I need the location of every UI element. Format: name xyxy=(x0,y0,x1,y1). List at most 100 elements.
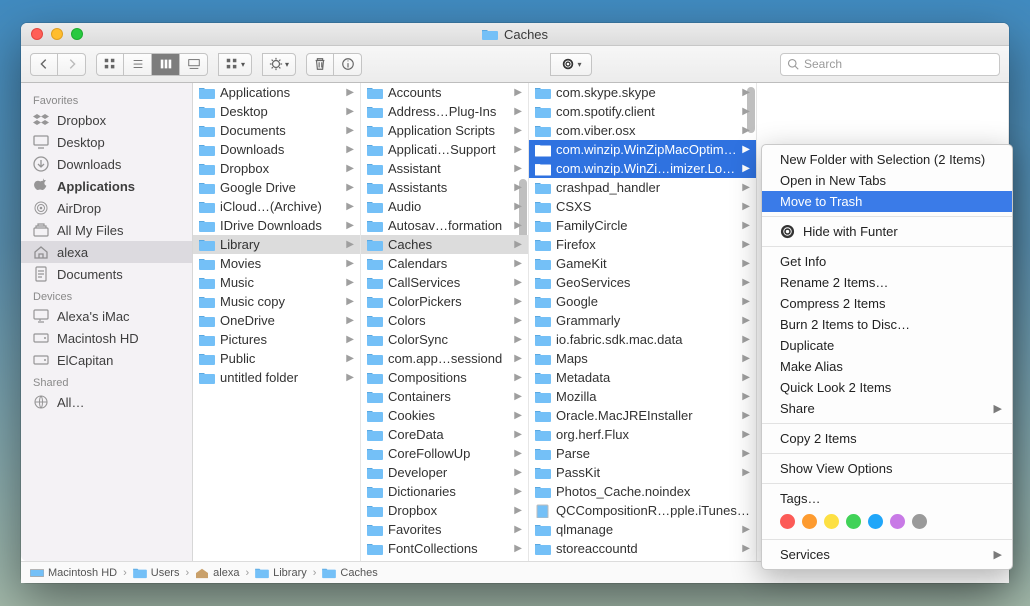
list-item[interactable]: GameKit▶ xyxy=(529,254,756,273)
list-item[interactable]: Maps▶ xyxy=(529,349,756,368)
list-item[interactable]: OneDrive▶ xyxy=(193,311,360,330)
list-item[interactable]: Cookies▶ xyxy=(361,406,528,425)
menu-item-services[interactable]: Services▶ xyxy=(762,544,1012,565)
sidebar-item-all-my-files[interactable]: All My Files xyxy=(21,219,192,241)
sidebar-item-desktop[interactable]: Desktop xyxy=(21,131,192,153)
menu-item-make-alias[interactable]: Make Alias xyxy=(762,356,1012,377)
menu-item-get-info[interactable]: Get Info xyxy=(762,251,1012,272)
list-item[interactable]: Applications▶ xyxy=(193,83,360,102)
menu-item-hide-with-funter[interactable]: Hide with Funter xyxy=(762,221,1012,242)
list-item[interactable]: untitled folder▶ xyxy=(193,368,360,387)
list-item[interactable]: com.app…sessiond▶ xyxy=(361,349,528,368)
list-item[interactable]: ColorPickers▶ xyxy=(361,292,528,311)
list-item[interactable]: PassKit▶ xyxy=(529,463,756,482)
menu-item-tags-[interactable]: Tags… xyxy=(762,488,1012,509)
list-item[interactable]: storeaccountd▶ xyxy=(529,539,756,558)
funter-button[interactable]: ▾ xyxy=(550,53,592,76)
path-segment[interactable]: Library xyxy=(255,567,307,579)
tag-color[interactable] xyxy=(868,514,883,529)
list-item[interactable]: com.winzip.WinZipMacOptimizer▶ xyxy=(529,140,756,159)
getinfo-button[interactable] xyxy=(334,53,362,76)
list-item[interactable]: Downloads▶ xyxy=(193,140,360,159)
sidebar-item-elcapitan[interactable]: ElCapitan xyxy=(21,349,192,371)
list-item[interactable]: Metadata▶ xyxy=(529,368,756,387)
sidebar-item-airdrop[interactable]: AirDrop xyxy=(21,197,192,219)
list-item[interactable]: CoreData▶ xyxy=(361,425,528,444)
titlebar[interactable]: Caches xyxy=(21,23,1009,46)
list-item[interactable]: Grammarly▶ xyxy=(529,311,756,330)
list-item[interactable]: Library▶ xyxy=(193,235,360,254)
list-item[interactable]: Oracle.MacJREInstaller▶ xyxy=(529,406,756,425)
list-item[interactable]: Movies▶ xyxy=(193,254,360,273)
list-item[interactable]: Audio▶ xyxy=(361,197,528,216)
list-item[interactable]: CallServices▶ xyxy=(361,273,528,292)
sidebar[interactable]: FavoritesDropboxDesktopDownloadsApplicat… xyxy=(21,83,193,561)
list-item[interactable]: Containers▶ xyxy=(361,387,528,406)
list-item[interactable]: Music▶ xyxy=(193,273,360,292)
menu-item-compress-2-items[interactable]: Compress 2 Items xyxy=(762,293,1012,314)
list-item[interactable]: io.fabric.sdk.mac.data▶ xyxy=(529,330,756,349)
column-3[interactable]: com.skype.skype▶com.spotify.client▶com.v… xyxy=(529,83,757,561)
list-item[interactable]: Accounts▶ xyxy=(361,83,528,102)
menu-item-move-to-trash[interactable]: Move to Trash xyxy=(762,191,1012,212)
forward-button[interactable] xyxy=(58,53,86,76)
sidebar-item-alexa[interactable]: alexa xyxy=(21,241,192,263)
path-segment[interactable]: Users xyxy=(133,567,180,579)
sidebar-item-dropbox[interactable]: Dropbox xyxy=(21,109,192,131)
list-item[interactable]: ColorSync▶ xyxy=(361,330,528,349)
path-segment[interactable]: Caches xyxy=(322,567,377,579)
menu-item-show-view-options[interactable]: Show View Options xyxy=(762,458,1012,479)
list-item[interactable]: iCloud…(Archive)▶ xyxy=(193,197,360,216)
list-item[interactable]: Public▶ xyxy=(193,349,360,368)
list-item[interactable]: Firefox▶ xyxy=(529,235,756,254)
list-item[interactable]: IDrive Downloads▶ xyxy=(193,216,360,235)
sidebar-item-alexa-s-imac[interactable]: Alexa's iMac xyxy=(21,305,192,327)
tag-color[interactable] xyxy=(802,514,817,529)
list-item[interactable]: Address…Plug-Ins▶ xyxy=(361,102,528,121)
list-item[interactable]: Mozilla▶ xyxy=(529,387,756,406)
list-item[interactable]: Dropbox▶ xyxy=(361,501,528,520)
list-item[interactable]: CSXS▶ xyxy=(529,197,756,216)
list-item[interactable]: Dictionaries▶ xyxy=(361,482,528,501)
list-item[interactable]: Google Drive▶ xyxy=(193,178,360,197)
menu-item-open-in-new-tabs[interactable]: Open in New Tabs xyxy=(762,170,1012,191)
list-item[interactable]: Desktop▶ xyxy=(193,102,360,121)
search-field[interactable]: Search xyxy=(780,53,1000,76)
list-item[interactable]: Assistants▶ xyxy=(361,178,528,197)
list-item[interactable]: Photos_Cache.noindex xyxy=(529,482,756,501)
list-item[interactable]: Applicati…Support▶ xyxy=(361,140,528,159)
list-item[interactable]: Autosav…formation▶ xyxy=(361,216,528,235)
list-item[interactable]: qlmanage▶ xyxy=(529,520,756,539)
sidebar-item-applications[interactable]: Applications xyxy=(21,175,192,197)
sidebar-item-all-[interactable]: All… xyxy=(21,391,192,413)
list-item[interactable]: Application Scripts▶ xyxy=(361,121,528,140)
list-item[interactable]: GeoServices▶ xyxy=(529,273,756,292)
list-item[interactable]: com.viber.osx▶ xyxy=(529,121,756,140)
arrange-button[interactable]: ▾ xyxy=(218,53,252,76)
list-item[interactable]: Google▶ xyxy=(529,292,756,311)
list-item[interactable]: Parse▶ xyxy=(529,444,756,463)
path-segment[interactable]: alexa xyxy=(195,567,239,579)
list-item[interactable]: Dropbox▶ xyxy=(193,159,360,178)
tag-color[interactable] xyxy=(824,514,839,529)
list-item[interactable]: Favorites▶ xyxy=(361,520,528,539)
menu-item-new-folder-with-selection-2-items-[interactable]: New Folder with Selection (2 Items) xyxy=(762,149,1012,170)
list-item[interactable]: Documents▶ xyxy=(193,121,360,140)
list-item[interactable]: Compositions▶ xyxy=(361,368,528,387)
list-item[interactable]: Assistant▶ xyxy=(361,159,528,178)
view-gallery-button[interactable] xyxy=(180,53,208,76)
menu-item-rename-2-items-[interactable]: Rename 2 Items… xyxy=(762,272,1012,293)
column-1[interactable]: Applications▶Desktop▶Documents▶Downloads… xyxy=(193,83,361,561)
list-item[interactable]: com.winzip.WinZi…imizer.LoginHel▶ xyxy=(529,159,756,178)
menu-item-quick-look-2-items[interactable]: Quick Look 2 Items xyxy=(762,377,1012,398)
sidebar-item-downloads[interactable]: Downloads xyxy=(21,153,192,175)
tag-color[interactable] xyxy=(780,514,795,529)
list-item[interactable]: FontCollections▶ xyxy=(361,539,528,558)
list-item[interactable]: com.spotify.client▶ xyxy=(529,102,756,121)
tag-color[interactable] xyxy=(912,514,927,529)
list-item[interactable]: QCCompositionR…pple.iTunes.cac xyxy=(529,501,756,520)
sidebar-item-macintosh-hd[interactable]: Macintosh HD xyxy=(21,327,192,349)
list-item[interactable]: Music copy▶ xyxy=(193,292,360,311)
column-2[interactable]: Accounts▶Address…Plug-Ins▶Application Sc… xyxy=(361,83,529,561)
tag-color[interactable] xyxy=(846,514,861,529)
